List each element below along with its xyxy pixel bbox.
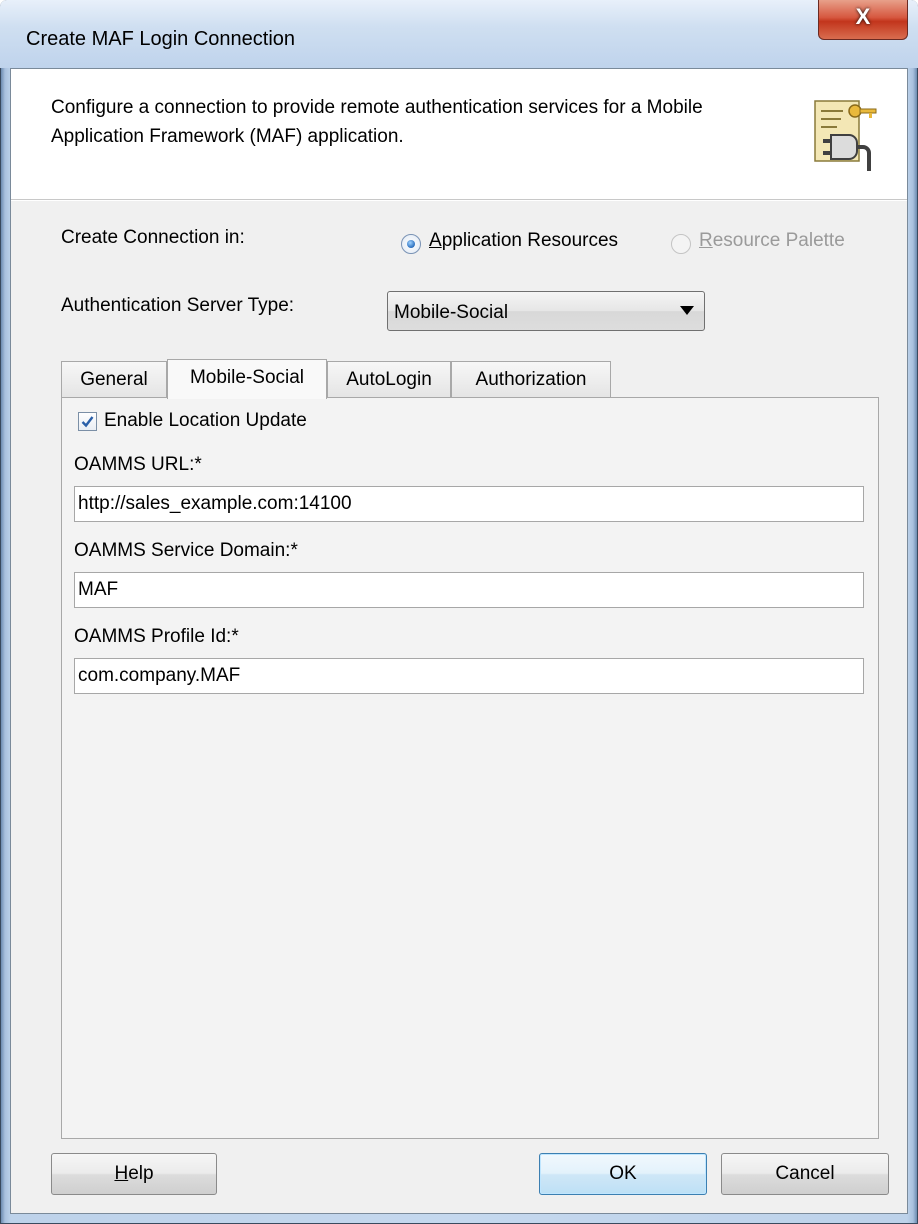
help-button[interactable]: Help: [51, 1153, 217, 1195]
enable-location-label[interactable]: Enable Location Update: [104, 410, 307, 432]
oamms-url-field[interactable]: [74, 486, 864, 522]
header-description: Configure a connection to provide remote…: [51, 97, 703, 147]
resource-palette-radio: [671, 234, 691, 254]
checkmark-icon: [81, 416, 94, 428]
tab-authorization[interactable]: Authorization: [451, 361, 611, 398]
application-resources-radio[interactable]: [401, 234, 421, 254]
chevron-down-icon: [680, 306, 694, 315]
create-connection-label: Create Connection in:: [61, 227, 245, 248]
application-resources-label[interactable]: Application Resources: [429, 230, 618, 252]
server-type-select[interactable]: Mobile-Social: [387, 291, 705, 331]
oamms-profile-id-label: OAMMS Profile Id:*: [74, 626, 239, 647]
tab-panel-mobile-social: Enable Location Update OAMMS URL:* OAMMS…: [61, 397, 879, 1139]
window-title: Create MAF Login Connection: [26, 28, 296, 50]
connection-key-icon: [811, 97, 881, 177]
resource-palette-label: Resource Palette: [699, 230, 845, 251]
close-icon: X: [855, 4, 871, 29]
cancel-button[interactable]: Cancel: [721, 1153, 889, 1195]
oamms-service-domain-field[interactable]: [74, 572, 864, 608]
tab-mobile-social[interactable]: Mobile-Social: [167, 359, 327, 399]
oamms-url-label: OAMMS URL:*: [74, 454, 202, 475]
header-panel: Configure a connection to provide remote…: [11, 69, 907, 200]
oamms-service-domain-label: OAMMS Service Domain:*: [74, 540, 298, 561]
tab-autologin[interactable]: AutoLogin: [327, 361, 451, 398]
ok-button[interactable]: OK: [539, 1153, 707, 1195]
title-bar[interactable]: Create MAF Login Connection X: [0, 0, 918, 68]
enable-location-checkbox[interactable]: [78, 412, 97, 431]
server-type-label: Authentication Server Type:: [61, 295, 295, 316]
dialog-client-area: Configure a connection to provide remote…: [10, 68, 908, 1214]
tab-general[interactable]: General: [61, 361, 167, 398]
dialog-window: Create MAF Login Connection X Configure …: [0, 0, 918, 1224]
close-button[interactable]: X: [818, 0, 908, 40]
server-type-value: Mobile-Social: [394, 302, 509, 323]
oamms-profile-id-field[interactable]: [74, 658, 864, 694]
